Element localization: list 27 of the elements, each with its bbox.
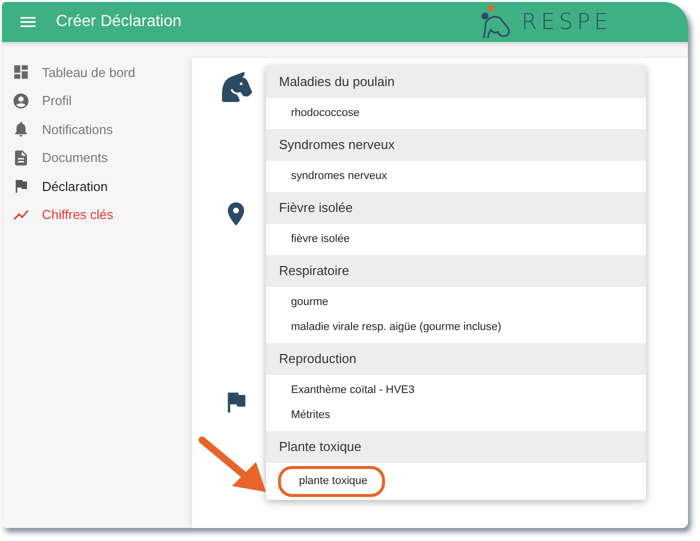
document-icon <box>12 148 30 167</box>
sidebar-item[interactable]: Notifications <box>2 119 192 140</box>
dropdown-option[interactable]: Exanthème coïtal - HVE3 <box>278 378 429 403</box>
group-header: Respiratoire <box>266 255 646 287</box>
dropdown-option[interactable]: fièvre isolée <box>278 227 364 252</box>
horse-head-icon <box>222 72 252 102</box>
dropdown-option[interactable]: plante toxique <box>278 466 384 497</box>
bell-icon <box>12 120 30 138</box>
group-header: Plante toxique <box>266 431 646 463</box>
page-title: Créer Déclaration <box>56 12 182 32</box>
dropdown-option[interactable]: Métrites <box>278 403 344 428</box>
user-icon <box>12 92 30 110</box>
group-header: Fièvre isolée <box>266 192 646 224</box>
dropdown-option[interactable]: maladie virale resp. aigüe (gourme incluse) <box>278 315 516 340</box>
sidebar-item[interactable]: Profil <box>2 90 192 111</box>
dropdown-option[interactable]: syndromes nerveux <box>278 164 401 189</box>
sidebar-item[interactable]: Tableau de bord <box>2 62 192 82</box>
dropdown-option[interactable]: rhodococcose <box>278 101 374 126</box>
sidebar-item[interactable]: Déclaration <box>2 176 192 196</box>
sidebar-item[interactable]: Documents <box>2 148 192 168</box>
logo-text: RESPE <box>522 8 612 36</box>
dashboard-icon <box>12 63 30 82</box>
group-header: Maladies du poulain <box>266 66 646 98</box>
dropdown-option[interactable]: gourme <box>278 290 342 315</box>
group-header: Reproduction <box>266 343 646 375</box>
group-header: Syndromes nerveux <box>266 129 646 161</box>
sidebar-item[interactable]: Chiffres clés <box>2 204 192 225</box>
